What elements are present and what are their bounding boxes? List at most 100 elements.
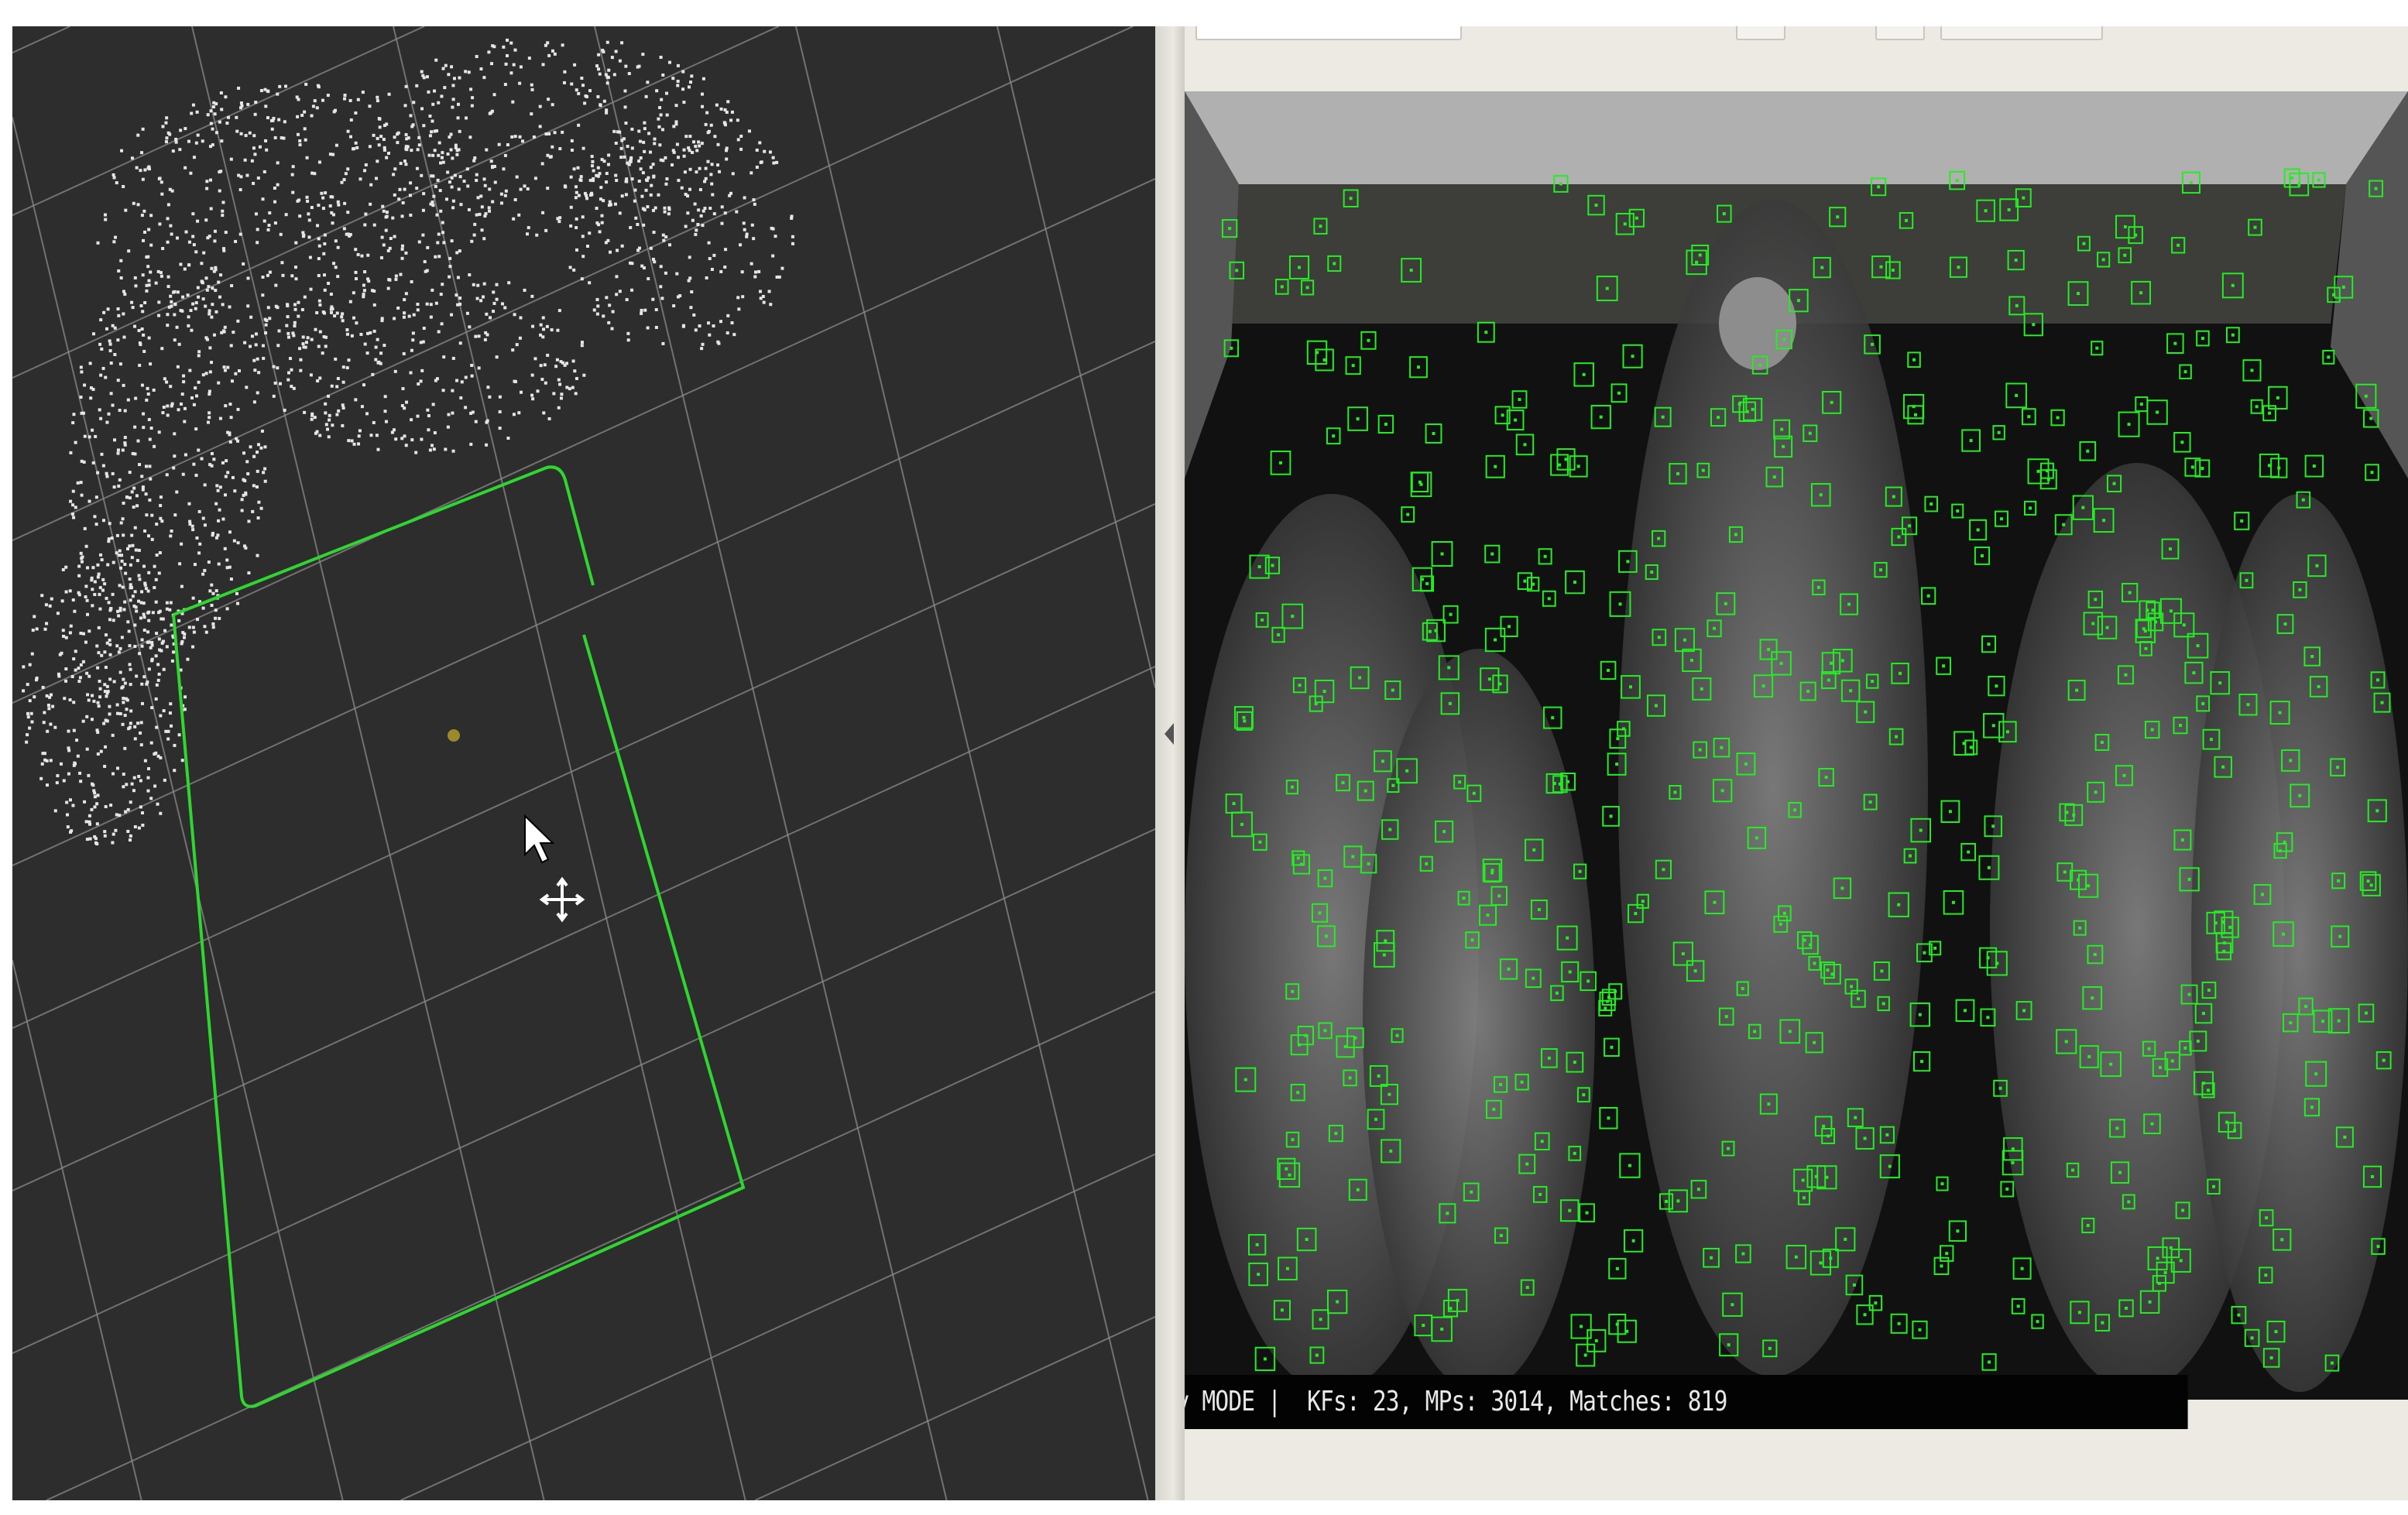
feature-point: [1905, 218, 1909, 222]
map-point: [712, 253, 716, 257]
map-point: [242, 451, 246, 455]
map-point: [503, 306, 507, 310]
map-point: [451, 411, 455, 415]
map-point: [580, 277, 584, 281]
toolbar-button[interactable]: [1875, 26, 1925, 40]
map-point: [402, 351, 406, 355]
feature-point: [2093, 952, 2097, 956]
map-point: [742, 221, 746, 225]
map-point: [686, 211, 690, 215]
map-point: [134, 548, 138, 552]
map-point: [166, 285, 170, 289]
map-point: [376, 159, 379, 163]
splitter-collapse-icon[interactable]: [1165, 723, 1174, 745]
map-point: [435, 213, 439, 217]
feature-point: [1700, 687, 1703, 691]
map-point: [252, 181, 256, 185]
map-point: [201, 139, 204, 143]
feature-point: [1416, 365, 1420, 369]
map-point: [455, 379, 459, 382]
map-point: [178, 148, 182, 152]
map-point: [718, 170, 722, 173]
feature-point: [1555, 991, 1559, 995]
panel-splitter[interactable]: [1155, 26, 1185, 1500]
map-point: [173, 743, 177, 747]
map-point: [400, 244, 404, 248]
feature-point: [1942, 664, 1946, 668]
map-point: [704, 166, 708, 170]
toolbar-field[interactable]: [1195, 26, 1462, 40]
map-point: [547, 98, 551, 101]
map-point: [581, 146, 585, 150]
map-point: [259, 89, 263, 93]
map-point: [256, 516, 260, 520]
map-point: [104, 218, 108, 221]
feature-point: [2338, 934, 2342, 938]
map-point: [726, 100, 730, 104]
feature-point: [2201, 1081, 2205, 1085]
map-point: [668, 243, 672, 247]
map-point: [755, 148, 759, 152]
map-point: [409, 114, 413, 118]
map-point: [194, 250, 198, 254]
map-point: [468, 325, 472, 329]
feature-point: [1507, 967, 1511, 971]
map-viewer-3d[interactable]: [12, 26, 1155, 1500]
map-point: [99, 553, 103, 557]
map-canvas[interactable]: [12, 26, 1155, 1500]
map-point: [105, 420, 109, 424]
map-point: [401, 387, 405, 391]
feature-point: [2095, 346, 2099, 350]
map-point: [296, 115, 300, 118]
map-point: [533, 357, 537, 361]
map-point: [135, 166, 139, 170]
feature-point: [2056, 416, 2060, 420]
map-point: [722, 121, 726, 125]
toolbar-button[interactable]: [1736, 26, 1785, 40]
map-point: [153, 586, 156, 590]
map-point: [166, 131, 170, 135]
map-point: [278, 84, 282, 88]
map-point: [221, 517, 225, 521]
map-point: [489, 316, 492, 320]
toolbar-button[interactable]: [1940, 26, 2103, 40]
map-point: [695, 170, 698, 174]
feature-point: [1558, 782, 1562, 786]
map-point: [62, 779, 66, 783]
map-point: [105, 694, 108, 698]
feature-point: [1377, 1074, 1381, 1078]
map-point: [575, 185, 578, 189]
map-point: [430, 130, 434, 134]
map-point: [605, 108, 609, 112]
map-point: [403, 187, 406, 191]
feature-point: [1676, 471, 1680, 475]
map-point: [273, 381, 277, 385]
map-point: [133, 623, 137, 627]
feature-point: [1518, 397, 1521, 401]
map-point: [422, 192, 426, 196]
map-point: [513, 135, 517, 139]
map-point: [135, 674, 139, 678]
map-point: [633, 188, 637, 192]
map-point: [623, 105, 627, 109]
map-point: [592, 169, 595, 173]
map-point: [427, 153, 431, 157]
feature-point: [2169, 609, 2173, 613]
map-point: [610, 327, 614, 331]
map-point: [348, 135, 352, 139]
map-point: [126, 398, 130, 402]
map-point: [687, 146, 691, 150]
map-point: [409, 213, 413, 217]
feature-point: [1409, 269, 1413, 272]
feature-point: [2269, 1356, 2273, 1359]
map-point: [602, 314, 605, 318]
map-point: [179, 402, 183, 406]
map-point: [126, 807, 130, 811]
map-point: [218, 120, 221, 124]
map-point: [217, 562, 221, 566]
feature-point: [2214, 921, 2218, 925]
map-point: [707, 129, 711, 133]
map-point: [435, 129, 439, 133]
map-point: [472, 233, 476, 237]
map-point: [637, 159, 641, 163]
